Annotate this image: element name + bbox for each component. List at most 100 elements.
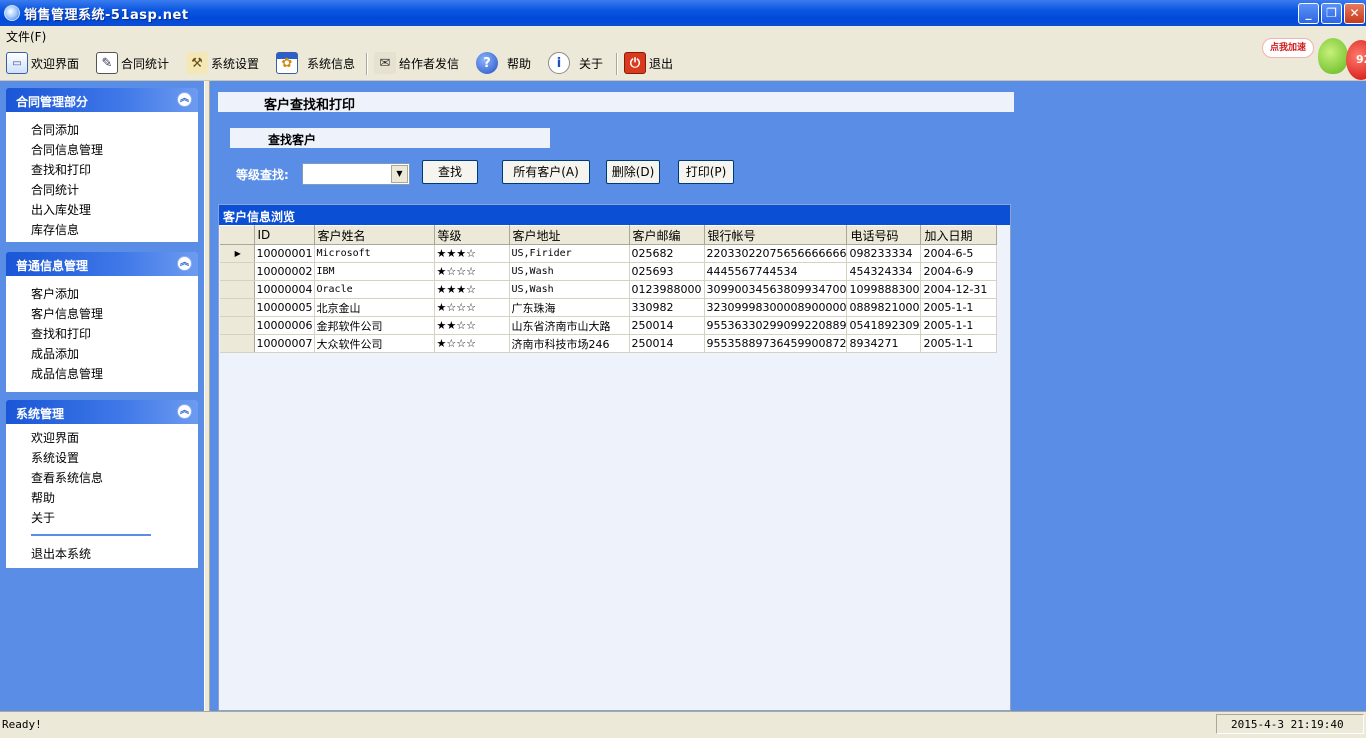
toolbar-system-settings-button[interactable]: ⚒ 系统设置 [186,50,259,76]
column-header-phone[interactable]: 电话号码 [846,225,922,245]
panel-header-general[interactable]: 普通信息管理 ︽ [6,252,198,276]
cell-zip[interactable]: 0123988000 [629,280,705,299]
cell-bank-account[interactable]: 22033022075656666666 [704,244,848,263]
panel-header-system[interactable]: 系统管理 ︽ [6,400,198,424]
row-header[interactable] [220,280,255,299]
row-header[interactable] [220,334,255,353]
sidebar-item-stock-io[interactable]: 出入库处理 [31,200,198,220]
all-customers-button[interactable]: 所有客户(A) [502,160,590,184]
print-button[interactable]: 打印(P) [678,160,734,184]
column-header-bank-account[interactable]: 银行帐号 [704,225,848,245]
cell-id[interactable]: 10000006 [254,316,315,335]
cell-join-date[interactable]: 2004-6-9 [920,262,998,281]
sidebar-item-customer-manage[interactable]: 客户信息管理 [31,304,198,324]
cell-join-date[interactable]: 2005-1-1 [920,298,998,317]
sidebar-item-settings[interactable]: 系统设置 [31,448,198,468]
sidebar-item-contract-search-print[interactable]: 查找和打印 [31,160,198,180]
cell-id[interactable]: 10000001 [254,244,315,263]
column-header-address[interactable]: 客户地址 [509,225,630,245]
search-button[interactable]: 查找 [422,160,478,184]
cell-zip[interactable]: 250014 [629,334,705,353]
row-header[interactable] [220,262,255,281]
cell-address[interactable]: US,Wash [509,262,630,281]
table-row[interactable]: 10000004 Oracle ★★★☆ US,Wash 0123988000 30990… [220,280,998,299]
toolbar-welcome-button[interactable]: ▭ 欢迎界面 [6,50,79,76]
cell-join-date[interactable]: 2004-6-5 [920,244,998,263]
sidebar-item-system-info[interactable]: 查看系统信息 [31,468,198,488]
table-row[interactable]: 10000002 IBM ★☆☆☆ US,Wash 025693 444556774453… [220,262,998,281]
table-row[interactable]: ▶ 10000001 Microsoft ★★★☆ US,Firider 025682 22… [220,244,998,263]
cell-name[interactable]: 金邦软件公司 [314,316,435,335]
cell-address[interactable]: 济南市科技市场246 [509,334,630,353]
cell-phone[interactable]: 0541892309 [846,316,922,335]
cell-join-date[interactable]: 2004-12-31 [920,280,998,299]
cell-name[interactable]: IBM [314,262,435,281]
cell-address[interactable]: US,Firider [509,244,630,263]
cell-bank-account[interactable]: 4445567744534 [704,262,848,281]
cell-phone[interactable]: 098233334 [846,244,922,263]
cell-phone[interactable]: 454324334 [846,262,922,281]
cell-id[interactable]: 10000005 [254,298,315,317]
sidebar-item-contract-manage[interactable]: 合同信息管理 [31,140,198,160]
minimize-button[interactable]: _ [1298,3,1319,24]
chevron-up-icon[interactable]: ︽ [177,404,192,419]
sidebar-item-customer-search-print[interactable]: 查找和打印 [31,324,198,344]
panel-header-contract[interactable]: 合同管理部分 ︽ [6,88,198,112]
cell-bank-account[interactable]: 95536330299099220889 [704,316,848,335]
sidebar-item-help[interactable]: 帮助 [31,488,198,508]
table-row[interactable]: 10000005 北京金山 ★☆☆☆ 广东珠海 330982 32309998300008… [220,298,998,317]
sidebar-item-about[interactable]: 关于 [31,508,198,528]
cell-phone[interactable]: 0889821000 [846,298,922,317]
cell-zip[interactable]: 330982 [629,298,705,317]
toolbar-help-button[interactable]: ? 帮助 [476,50,531,76]
cell-id[interactable]: 10000007 [254,334,315,353]
cell-phone[interactable]: 1099888300 [846,280,922,299]
toolbar-about-button[interactable]: i 关于 [548,50,603,76]
cell-join-date[interactable]: 2005-1-1 [920,334,998,353]
column-header-level[interactable]: 等级 [434,225,510,245]
cell-id[interactable]: 10000002 [254,262,315,281]
table-row[interactable]: 10000007 大众软件公司 ★☆☆☆ 济南市科技市场246 250014 955358… [220,334,998,353]
cell-level[interactable]: ★☆☆☆ [434,334,510,353]
column-header-join-date[interactable]: 加入日期 [920,225,998,245]
restore-button[interactable]: ❐ [1321,3,1342,24]
cell-phone[interactable]: 8934271 [846,334,922,353]
cell-level[interactable]: ★★☆☆ [434,316,510,335]
cell-address[interactable]: US,Wash [509,280,630,299]
column-header-zip[interactable]: 客户邮编 [629,225,705,245]
row-header[interactable] [220,298,255,317]
row-header[interactable] [220,316,255,335]
cell-id[interactable]: 10000004 [254,280,315,299]
column-header-id[interactable]: ID [254,225,315,245]
cell-address[interactable]: 山东省济南市山大路 [509,316,630,335]
toolbar-system-info-button[interactable]: ✿ 系统信息 [276,50,355,76]
dropdown-arrow-icon[interactable]: ▼ [391,165,408,183]
cell-join-date[interactable]: 2005-1-1 [920,316,998,335]
cell-zip[interactable]: 025693 [629,262,705,281]
cell-bank-account[interactable]: 32309998300008900000 [704,298,848,317]
cell-name[interactable]: 大众软件公司 [314,334,435,353]
table-row[interactable]: 10000006 金邦软件公司 ★★☆☆ 山东省济南市山大路 250014 9553633… [220,316,998,335]
close-button[interactable]: ✕ [1344,3,1365,24]
cell-name[interactable]: 北京金山 [314,298,435,317]
cell-bank-account[interactable]: 30990034563809934700 [704,280,848,299]
menu-file[interactable]: 文件(F) [6,28,46,45]
sidebar-item-welcome[interactable]: 欢迎界面 [31,428,198,448]
cell-name[interactable]: Microsoft [314,244,435,263]
cell-address[interactable]: 广东珠海 [509,298,630,317]
chevron-up-icon[interactable]: ︽ [177,92,192,107]
sidebar-item-contract-add[interactable]: 合同添加 [31,120,198,140]
column-header-name[interactable]: 客户姓名 [314,225,435,245]
cell-name[interactable]: Oracle [314,280,435,299]
toolbar-exit-button[interactable]: ⏻ 退出 [624,50,673,76]
cell-zip[interactable]: 250014 [629,316,705,335]
level-filter-select[interactable]: ▼ [302,163,410,185]
toolbar-mail-author-button[interactable]: ✉ 给作者发信 [374,50,459,76]
cell-level[interactable]: ★☆☆☆ [434,298,510,317]
chevron-up-icon[interactable]: ︽ [177,256,192,271]
sidebar-item-product-add[interactable]: 成品添加 [31,344,198,364]
cell-level[interactable]: ★★★☆ [434,280,510,299]
toolbar-contract-stats-button[interactable]: ✎ 合同统计 [96,50,169,76]
cell-zip[interactable]: 025682 [629,244,705,263]
sidebar-item-contract-stats[interactable]: 合同统计 [31,180,198,200]
